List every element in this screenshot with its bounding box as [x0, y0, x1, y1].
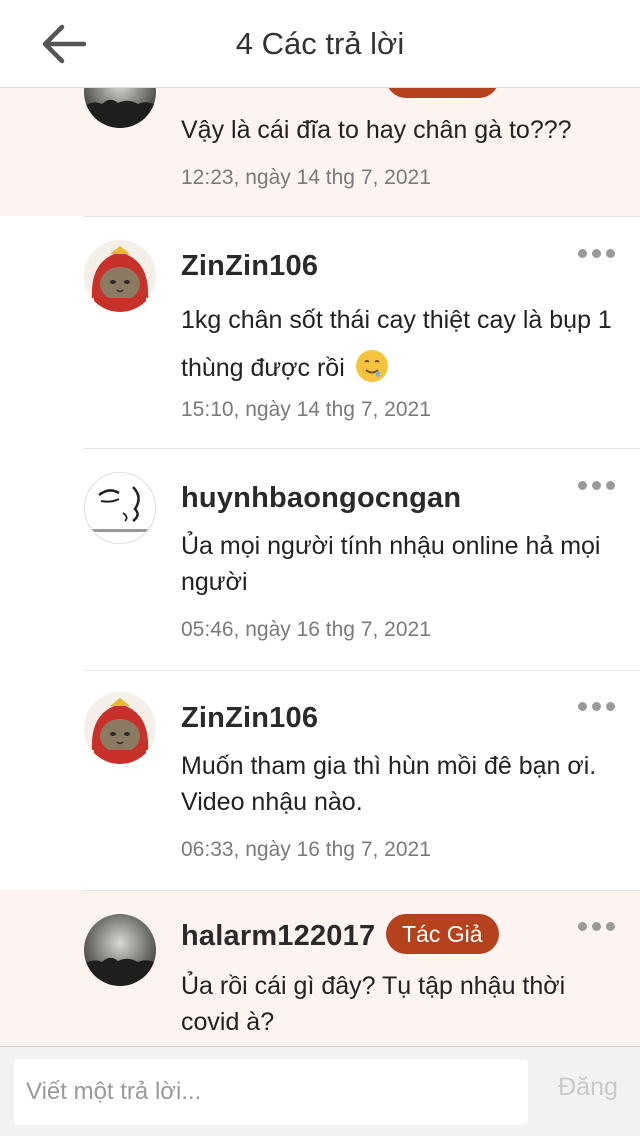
comment-text-content: 1kg chân sốt thái cay thiệt cay là bụp 1… [181, 306, 612, 382]
comment-timestamp: 05:46, ngày 16 thg 7, 2021 [181, 618, 431, 641]
sky-avatar-image [84, 914, 156, 986]
author-badge: Tác Giả [386, 914, 499, 954]
comment-text: Muốn tham gia thì hùn mồi đê bạn ơi. Vid… [181, 752, 597, 816]
comment-timestamp: 15:10, ngày 14 thg 7, 2021 [181, 398, 431, 421]
comment-username[interactable]: halarm122017 [181, 88, 375, 93]
comment-text: 1kg chân sốt thái cay thiệt cay là bụp 1… [181, 296, 620, 392]
divider [84, 216, 640, 217]
avatar[interactable] [84, 692, 156, 764]
avatar[interactable] [84, 914, 156, 986]
more-options-button[interactable] [578, 479, 616, 493]
comment-item: halarm122017 Tác Giả Vậy là cái đĩa to h… [0, 88, 640, 216]
avatar[interactable] [84, 240, 156, 312]
header-bar: 4 Các trả lời [0, 0, 640, 88]
comment-username[interactable]: halarm122017 [181, 920, 375, 953]
comment-text: Ủa mọi người tính nhậu online hả mọi ngư… [181, 532, 601, 596]
comment-item: huynhbaongocngan Ủa mọi người tính nhậu … [0, 448, 640, 670]
sky-avatar-image [84, 88, 156, 128]
divider [84, 670, 640, 671]
comment-username[interactable]: huynhbaongocngan [181, 482, 461, 515]
comment-timestamp: 06:33, ngày 16 thg 7, 2021 [181, 838, 431, 861]
more-options-button[interactable] [578, 700, 616, 714]
drooling-face-icon [355, 350, 388, 382]
more-options-button[interactable] [578, 920, 616, 934]
author-badge: Tác Giả [386, 88, 499, 98]
reply-list: halarm122017 Tác Giả Vậy là cái đĩa to h… [0, 88, 640, 1046]
post-button[interactable]: Đăng [548, 1073, 628, 1102]
avatar[interactable] [84, 88, 156, 128]
sketch-face-avatar-image [85, 473, 155, 543]
comment-timestamp: 12:23, ngày 14 thg 7, 2021 [181, 166, 431, 189]
comment-item: ZinZin106 Muốn tham gia thì hùn mồi đê b… [0, 670, 640, 890]
reply-input[interactable] [14, 1059, 528, 1125]
more-options-button[interactable] [578, 247, 616, 261]
comment-username[interactable]: ZinZin106 [181, 702, 318, 735]
divider [84, 890, 640, 891]
comment-item: ZinZin106 1kg chân sốt thái cay thiệt ca… [0, 216, 640, 448]
divider [84, 448, 640, 449]
cat-avatar-image [84, 692, 156, 764]
page-title: 4 Các trả lời [235, 26, 405, 61]
cat-avatar-image [84, 240, 156, 312]
comment-username[interactable]: ZinZin106 [181, 250, 318, 283]
comment-text: Ủa rồi cái gì đây? Tụ tập nhậu thời covi… [181, 972, 566, 1036]
comment-item: halarm122017 Tác Giả Ủa rồi cái gì đây? … [0, 890, 640, 1046]
comment-text: Vậy là cái đĩa to hay chân gà to??? [181, 116, 572, 144]
reply-composer: Đăng [0, 1046, 640, 1136]
avatar[interactable] [84, 472, 156, 544]
